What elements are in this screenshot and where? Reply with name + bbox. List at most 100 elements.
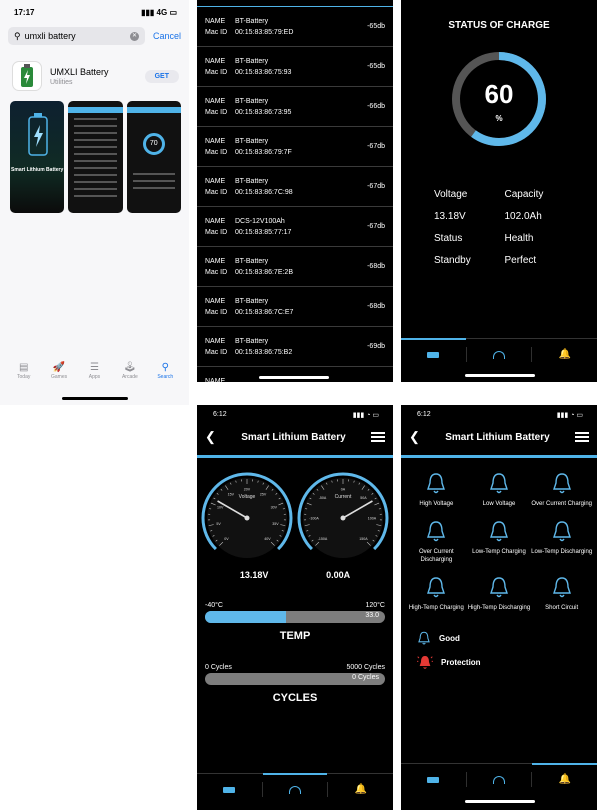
protection-bell-icon: [417, 656, 433, 669]
app-icon[interactable]: [12, 61, 42, 91]
nav-gauge[interactable]: [467, 764, 532, 795]
cancel-button[interactable]: Cancel: [153, 31, 181, 41]
signal-indicator: ▮▮▮ 4G ▭: [141, 8, 177, 17]
gauge-tick-label: 35V: [272, 522, 279, 526]
voltage-gauge: 0V 5V 10V 15V 20V 25V 30V 35V 40V Voltage: [201, 472, 293, 558]
gauge-tick-label: 10V: [217, 505, 224, 509]
nav-battery[interactable]: [401, 338, 466, 370]
mac-label: Mac ID: [205, 348, 228, 356]
device-field-values: BT-Battery 00:15:83:86:73:95: [235, 96, 355, 118]
name-label: NAME: [205, 137, 226, 145]
today-icon: ▤: [18, 362, 29, 373]
gauge-tick-label: 0A: [341, 488, 346, 492]
get-button[interactable]: GET: [144, 69, 179, 83]
menu-icon[interactable]: [575, 432, 589, 442]
alarm-item: High-Temp Charging: [405, 576, 468, 612]
alarm-item: Over Current Charging: [530, 472, 593, 508]
bottom-nav: 🔔: [197, 773, 393, 805]
tab-games[interactable]: 🚀 Games: [44, 362, 74, 380]
device-list-item[interactable]: NAME Mac ID BT-Battery 00:15:83:86:75:B2 -69…: [197, 327, 393, 367]
gauge-tick-label: 20V: [244, 488, 251, 492]
mac-label: Mac ID: [205, 108, 228, 116]
nav-alarm[interactable]: 🔔: [532, 763, 597, 795]
device-list-item[interactable]: NAMEMac IDBT-Battery: [197, 367, 393, 383]
nav-alarm[interactable]: 🔔: [532, 339, 597, 370]
back-icon[interactable]: ❮: [409, 429, 420, 445]
device-list-item[interactable]: NAME Mac ID BT-Battery 00:15:83:85:79:ED -65…: [197, 7, 393, 47]
device-list-item[interactable]: NAME Mac ID BT-Battery 00:15:83:86:73:95 -66…: [197, 87, 393, 127]
current-readout: 0.00A: [326, 570, 351, 580]
temp-min: -40°C: [205, 602, 223, 609]
soc-ring: 60 %: [452, 52, 546, 146]
device-list-item[interactable]: NAME Mac ID DCS-12V100Ah 00:15:83:85:77:17 -…: [197, 207, 393, 247]
status-time: 17:17: [14, 8, 35, 17]
status-grid: Voltage Capacity 13.18V 102.0Ah Status H…: [434, 189, 575, 266]
device-list-item[interactable]: NAME Mac ID BT-Battery 00:15:83:86:79:7F -67…: [197, 127, 393, 167]
cycles-label: CYCLES: [272, 692, 318, 704]
device-list-item[interactable]: NAME Mac ID BT-Battery 00:15:83:86:7C:98 -67…: [197, 167, 393, 207]
legend-protection: Protection: [417, 654, 597, 670]
nav-alarm[interactable]: 🔔: [328, 774, 393, 805]
alarm-bell-icon: [427, 521, 446, 542]
gauge-hub: [340, 515, 346, 521]
name-label: NAME: [205, 97, 226, 105]
signal-indicator: ▮▮▮ ◔ ▭: [352, 412, 379, 419]
page-title: STATUS OF CHARGE: [448, 20, 550, 31]
tab-search[interactable]: ⚲ Search: [150, 362, 180, 380]
nav-gauge[interactable]: [467, 339, 532, 370]
status-bar: 6:12 ▮▮▮ ◔ ▭: [401, 405, 597, 419]
alarm-panel: 6:12 ▮▮▮ ◔ ▭ ❮ Smart Lithium Battery Hig…: [401, 405, 597, 810]
device-rssi: -67db: [367, 143, 385, 150]
alarm-bell-icon: [552, 473, 571, 494]
device-list-item[interactable]: NAME Mac ID BT-Battery 00:15:83:86:7E:2B -68…: [197, 247, 393, 287]
tab-today[interactable]: ▤ Today: [9, 362, 39, 380]
nav-gauge[interactable]: [262, 773, 328, 805]
tab-apps[interactable]: ☰ Apps: [79, 362, 109, 380]
tab-arcade[interactable]: 🕹 Arcade: [115, 362, 145, 380]
device-list-item[interactable]: NAME Mac ID BT-Battery 00:15:83:86:75:93 -65…: [197, 47, 393, 87]
app-result-row[interactable]: UMXLI Battery Utilities GET: [12, 61, 179, 91]
device-field-labels: NAME Mac ID: [205, 16, 235, 38]
temp-max: 120°C: [365, 602, 385, 609]
bottom-nav: 🔔: [401, 338, 597, 370]
name-label: NAME: [205, 177, 226, 185]
back-icon[interactable]: ❮: [205, 429, 216, 445]
nav-battery[interactable]: [197, 774, 262, 805]
app-screenshot[interactable]: [68, 101, 123, 213]
temp-label: TEMP: [279, 630, 311, 642]
alarm-bell-icon: [427, 473, 446, 494]
search-input[interactable]: ⚲ umxli battery ✕: [8, 27, 145, 45]
status-value: Standby: [434, 255, 471, 266]
gauge-title: Current: [335, 494, 352, 500]
app-store-tab-bar: ▤ Today 🚀 Games ☰ Apps 🕹 Arcade ⚲ Search: [0, 362, 189, 380]
alarm-bell-icon: [490, 577, 508, 598]
device-list: NAME Mac ID BT-Battery 00:15:83:85:79:ED -65…: [197, 7, 393, 382]
signal-indicator: ▮▮▮ ◔ ▭: [556, 412, 583, 419]
device-rssi: -65db: [367, 63, 385, 70]
menu-icon[interactable]: [371, 432, 385, 442]
gauge-title: Voltage: [239, 494, 256, 500]
nav-battery[interactable]: [401, 764, 466, 795]
temp-value: 33.0: [365, 612, 379, 619]
device-rssi: -67db: [367, 183, 385, 190]
voltage-readout: 13.18V: [239, 570, 269, 580]
clear-search-icon[interactable]: ✕: [129, 31, 139, 41]
status-bar: 6:12 ▮▮▮ ◔ ▭: [197, 405, 393, 419]
alarm-bell-icon: 🔔: [558, 774, 571, 785]
soc-unit: %: [495, 114, 502, 123]
app-store-panel: 17:17 ▮▮▮ 4G ▭ ⚲ umxli battery ✕ Cancel …: [0, 0, 189, 405]
device-field-labels: NAME Mac ID: [205, 336, 235, 358]
screenshot-strip[interactable]: Smart Lithium Battery 70: [10, 101, 181, 213]
device-field-values: BT-Battery 00:15:83:86:7E:2B: [235, 256, 355, 278]
gauge-tick-label: -150A: [318, 537, 328, 541]
cycles-max: 5000 Cycles: [346, 664, 385, 671]
device-field-labels: NAME Mac ID: [205, 136, 235, 158]
battery-icon: [427, 351, 440, 358]
alarm-label: Low-Temp Discharging: [531, 549, 593, 555]
app-screenshot[interactable]: Smart Lithium Battery: [10, 101, 65, 213]
device-list-item[interactable]: NAME Mac ID BT-Battery 00:15:83:86:7C:E7 -68…: [197, 287, 393, 327]
alarm-label: Low-Temp Charging: [472, 549, 526, 555]
temp-bar-fill: [205, 611, 286, 623]
app-screenshot[interactable]: 70: [126, 101, 181, 213]
alarm-bell-icon: [552, 521, 571, 542]
